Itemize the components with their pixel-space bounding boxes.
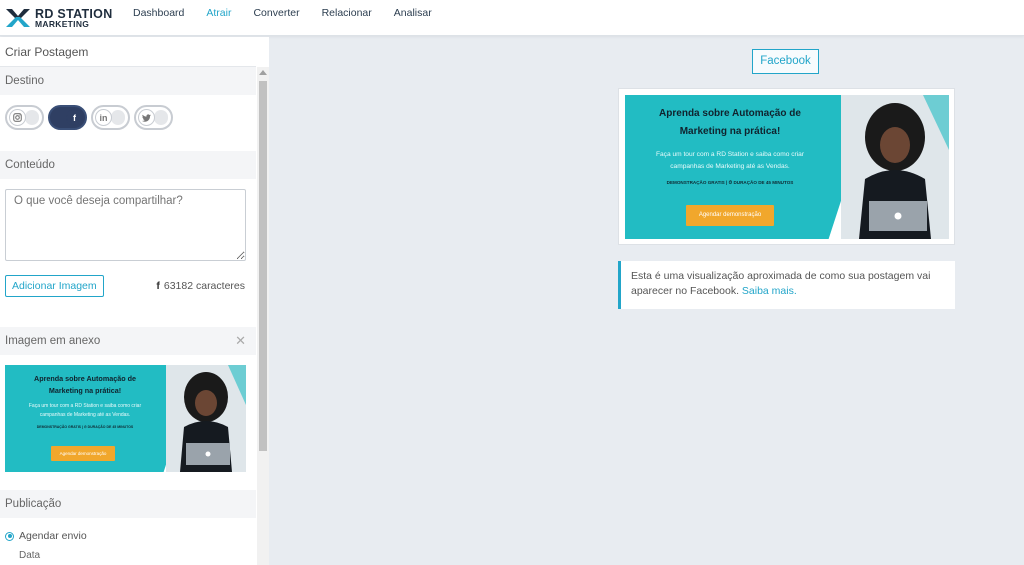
rd-station-logo[interactable]: RD STATION MARKETING bbox=[6, 3, 113, 33]
attached-banner-cta: Agendar demonstração bbox=[51, 446, 115, 461]
top-navbar: RD STATION MARKETING Dashboard Atrair Co… bbox=[0, 0, 1024, 36]
scroll-up-arrow-icon[interactable] bbox=[259, 70, 267, 75]
char-counter: f 63182 caracteres bbox=[156, 280, 245, 292]
preview-banner: Aprenda sobre Automação de Marketing na … bbox=[625, 95, 949, 239]
facebook-preview-tab[interactable]: Facebook bbox=[752, 49, 819, 74]
preview-banner-cta: Agendar demonstração bbox=[686, 205, 774, 226]
toggle-facebook[interactable]: f bbox=[48, 105, 87, 130]
publicacao-header: Publicação bbox=[0, 490, 256, 518]
attached-banner-photo bbox=[166, 365, 246, 472]
preview-banner-text: Aprenda sobre Automação de Marketing na … bbox=[655, 108, 805, 185]
facebook-small-icon: f bbox=[156, 280, 160, 292]
date-label: Data bbox=[19, 550, 41, 561]
preview-banner-photo bbox=[841, 95, 949, 239]
nav-converter[interactable]: Converter bbox=[242, 0, 310, 28]
add-image-button[interactable]: Adicionar Imagem bbox=[5, 275, 104, 297]
post-preview-card: Aprenda sobre Automação de Marketing na … bbox=[618, 88, 955, 245]
attached-banner-text: Aprenda sobre Automação de Marketing na … bbox=[28, 374, 142, 429]
scrollbar-thumb[interactable] bbox=[259, 81, 267, 451]
nav-dashboard[interactable]: Dashboard bbox=[122, 0, 195, 28]
close-icon[interactable]: ✕ bbox=[235, 327, 246, 355]
toggle-linkedin[interactable]: in bbox=[91, 105, 130, 130]
anexo-title: Imagem em anexo bbox=[5, 335, 101, 347]
toggle-twitter[interactable] bbox=[134, 105, 173, 130]
twitter-icon bbox=[138, 109, 155, 126]
nav-atrair[interactable]: Atrair bbox=[195, 0, 242, 28]
preview-info-box: Esta é uma visualização aproximada de co… bbox=[618, 261, 955, 309]
linkedin-icon: in bbox=[95, 109, 112, 126]
schedule-radio[interactable] bbox=[5, 531, 14, 541]
destino-header: Destino bbox=[0, 67, 256, 95]
left-scrollbar[interactable] bbox=[257, 67, 269, 565]
nav-relacionar[interactable]: Relacionar bbox=[311, 0, 383, 28]
char-count-text: 63182 caracteres bbox=[163, 280, 245, 292]
conteudo-header: Conteúdo bbox=[0, 151, 256, 179]
facebook-icon: f bbox=[66, 109, 83, 126]
schedule-option[interactable]: Agendar envio bbox=[0, 518, 256, 542]
create-post-panel: Criar Postagem Destino f in Conteúdo O q… bbox=[0, 37, 269, 565]
nav-analisar[interactable]: Analisar bbox=[383, 0, 443, 28]
content-section: Adicionar Imagem f63182 caracteres bbox=[0, 179, 256, 327]
saiba-mais-link[interactable]: Saiba mais. bbox=[742, 285, 797, 297]
instagram-icon bbox=[9, 109, 26, 126]
rd-logo-icon bbox=[6, 7, 30, 29]
anexo-header: Imagem em anexo ✕ bbox=[0, 327, 256, 355]
schedule-label: Agendar envio bbox=[19, 530, 87, 542]
toggle-instagram[interactable] bbox=[5, 105, 44, 130]
panel-title: Criar Postagem bbox=[0, 37, 256, 67]
content-textarea[interactable] bbox=[5, 189, 246, 261]
attached-image: Aprenda sobre Automação de Marketing na … bbox=[5, 365, 246, 472]
main-nav: Dashboard Atrair Converter Relacionar An… bbox=[122, 0, 443, 28]
logo-subtitle: MARKETING bbox=[35, 19, 90, 29]
attached-banner: Aprenda sobre Automação de Marketing na … bbox=[5, 365, 246, 472]
network-toggles: f in bbox=[0, 95, 256, 151]
preview-image: Aprenda sobre Automação de Marketing na … bbox=[625, 95, 949, 239]
